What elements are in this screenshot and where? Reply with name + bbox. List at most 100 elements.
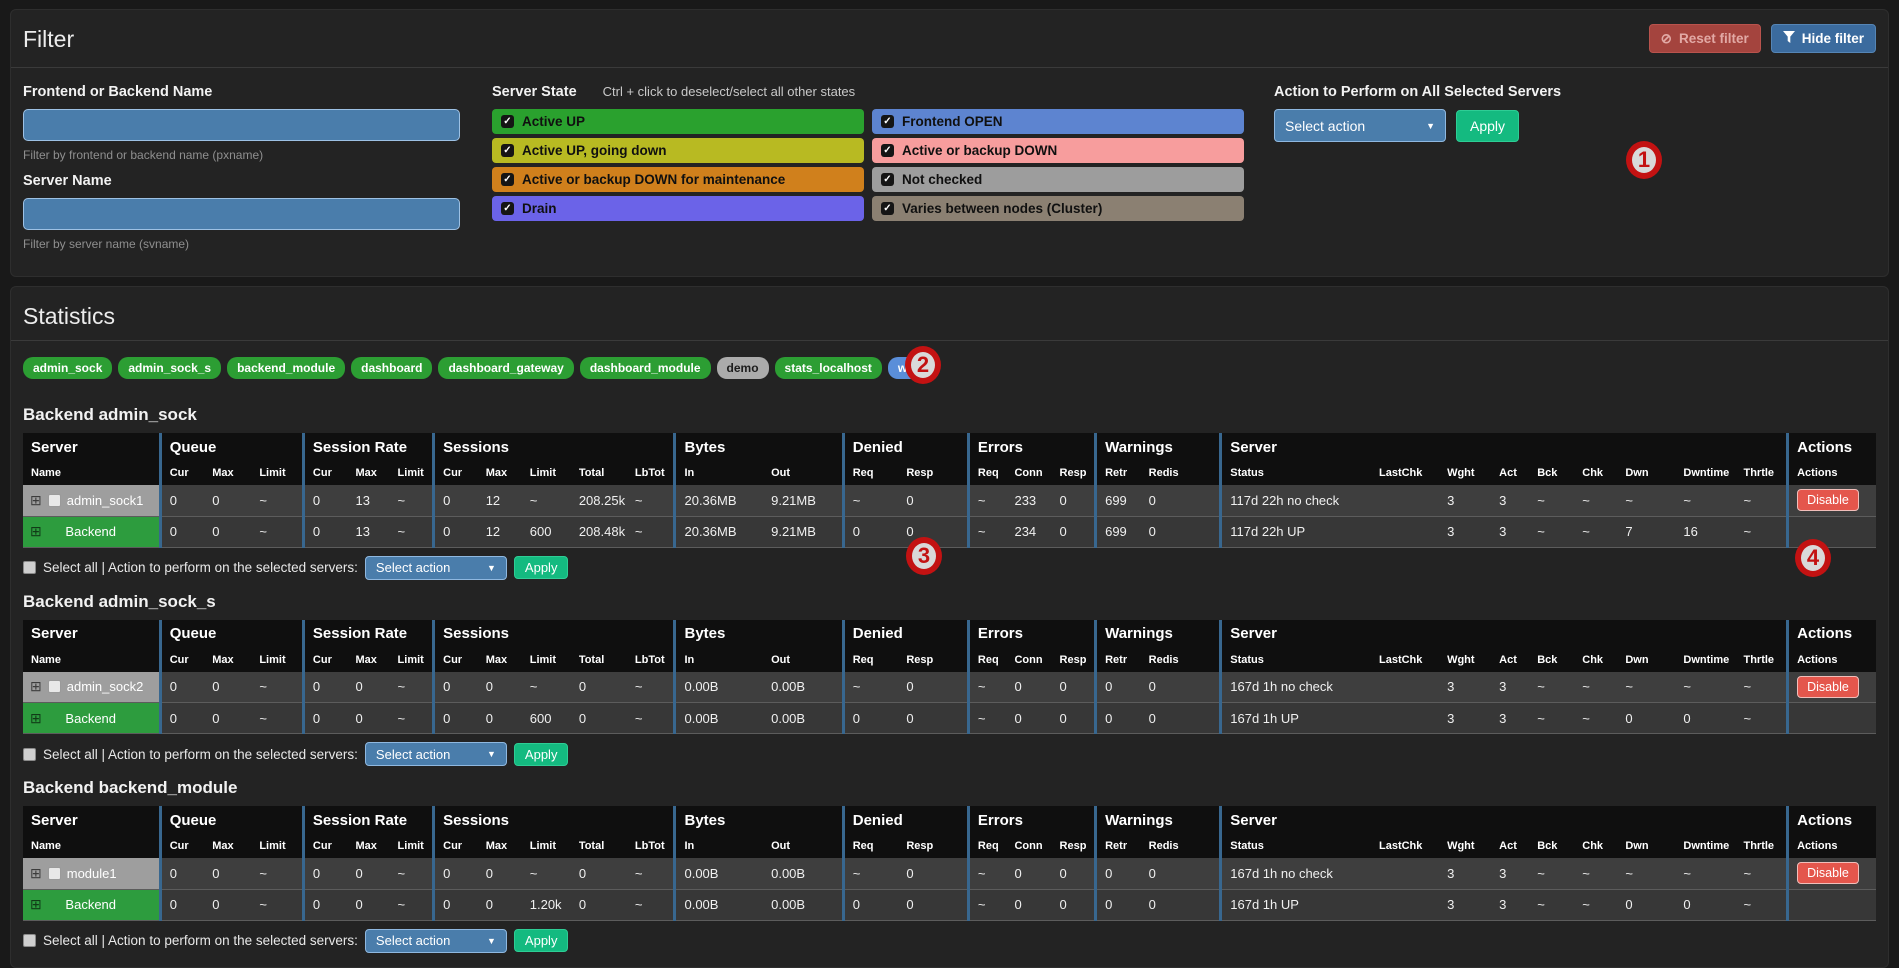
row-action-select[interactable]: Select action▼ <box>365 556 507 580</box>
expand-icon[interactable]: ⊞ <box>30 523 42 540</box>
column-group-header: Server <box>23 620 160 648</box>
server-name-inner: ⊞module1 <box>30 865 152 882</box>
server-state-toggle[interactable]: ✓Active UP, going down <box>492 138 864 163</box>
column-group-header: Bytes <box>675 620 843 648</box>
stat-cell: ~ <box>1735 485 1787 516</box>
stat-cell: 0 <box>478 889 522 920</box>
column-subheader: Dwn <box>1617 648 1675 672</box>
stat-cell: 0 <box>434 858 478 889</box>
expand-icon[interactable]: ⊞ <box>30 678 42 695</box>
stat-cell: 0 <box>478 858 522 889</box>
backend-badge[interactable]: admin_sock_s <box>118 357 221 379</box>
column-group-header: Errors <box>968 433 1095 461</box>
backend-heading: Backend admin_sock <box>23 405 1876 425</box>
disable-button[interactable]: Disable <box>1797 862 1859 884</box>
expand-icon[interactable]: ⊞ <box>30 492 42 509</box>
stat-cell: ~ <box>1574 703 1617 734</box>
column-subheader: Bck <box>1529 834 1574 858</box>
backend-badge[interactable]: demo <box>717 357 769 379</box>
row-checkbox[interactable] <box>48 494 61 507</box>
stat-cell: ~ <box>1675 672 1735 703</box>
stat-cell: 0 <box>1141 672 1221 703</box>
reset-icon: ⊘ <box>1661 32 1672 46</box>
column-subheader: Conn <box>1006 834 1051 858</box>
column-subheader: Limit <box>522 834 571 858</box>
actions-cell: Disable <box>1788 485 1876 516</box>
server-state-toggle[interactable]: ✓Active UP <box>492 109 864 134</box>
server-name-inner: ⊞Backend <box>30 523 152 540</box>
row-checkbox[interactable] <box>48 867 61 880</box>
action-select-value: Select action <box>1285 118 1365 134</box>
backend-badge[interactable]: backend_module <box>227 357 345 379</box>
stat-cell: 13 <box>347 485 389 516</box>
column-subheader: Req <box>843 834 898 858</box>
server-state-toggle[interactable]: ✓Varies between nodes (Cluster) <box>872 196 1244 221</box>
stat-cell: 0 <box>303 516 347 547</box>
server-name-inner: ⊞admin_sock1 <box>30 492 152 509</box>
server-state-toggle-label: Frontend OPEN <box>902 114 1003 129</box>
select-all-checkbox[interactable] <box>23 934 36 947</box>
stat-cell: ~ <box>1675 858 1735 889</box>
stat-cell: 0 <box>204 858 251 889</box>
stat-cell: ~ <box>627 889 675 920</box>
server-state-toggle[interactable]: ✓Not checked <box>872 167 1244 192</box>
checkbox-checked-icon: ✓ <box>501 144 514 157</box>
server-state-toggle-label: Not checked <box>902 172 982 187</box>
server-name-cell: ⊞Backend <box>23 889 160 920</box>
column-subheader: Redis <box>1141 461 1221 485</box>
server-state-toggle[interactable]: ✓Active or backup DOWN for maintenance <box>492 167 864 192</box>
server-name-cell: ⊞Backend <box>23 703 160 734</box>
column-subheader: Limit <box>390 648 434 672</box>
apply-button[interactable]: Apply <box>1456 110 1519 142</box>
stat-cell: 3 <box>1439 485 1491 516</box>
expand-icon[interactable]: ⊞ <box>30 865 42 882</box>
server-state-toggle[interactable]: ✓Drain <box>492 196 864 221</box>
row-action-select[interactable]: Select action▼ <box>365 742 507 766</box>
stat-cell: 20.36MB <box>675 516 763 547</box>
backend-badge[interactable]: dashboard <box>351 357 432 379</box>
stat-cell: 0 <box>1141 516 1221 547</box>
stat-cell: 0 <box>1141 889 1221 920</box>
stat-cell: 3 <box>1439 516 1491 547</box>
row-checkbox[interactable] <box>48 680 61 693</box>
row-action-select[interactable]: Select action▼ <box>365 929 507 953</box>
column-subheader: Out <box>763 834 843 858</box>
hide-filter-button[interactable]: Hide filter <box>1771 24 1876 53</box>
select-all-checkbox[interactable] <box>23 561 36 574</box>
server-state-toggle[interactable]: ✓Frontend OPEN <box>872 109 1244 134</box>
backend-badge[interactable]: dashboard_module <box>580 357 711 379</box>
expand-icon[interactable]: ⊞ <box>30 710 42 727</box>
server-state-toggle[interactable]: ✓Active or backup DOWN <box>872 138 1244 163</box>
select-all-checkbox[interactable] <box>23 748 36 761</box>
svname-input[interactable] <box>23 198 460 230</box>
column-subheader: Dwntime <box>1675 648 1735 672</box>
action-select[interactable]: Select action ▼ <box>1274 109 1446 142</box>
stat-cell: 13 <box>347 516 389 547</box>
row-apply-button[interactable]: Apply <box>514 929 569 952</box>
disable-button[interactable]: Disable <box>1797 489 1859 511</box>
chevron-down-icon: ▼ <box>487 749 496 759</box>
backend-heading: Backend admin_sock_s <box>23 592 1876 612</box>
stat-cell: 0 <box>898 889 968 920</box>
stat-cell: ~ <box>1617 485 1675 516</box>
reset-filter-button[interactable]: ⊘ Reset filter <box>1649 24 1761 53</box>
expand-icon[interactable]: ⊞ <box>30 896 42 913</box>
annotation-circle: 3 <box>906 537 942 575</box>
stat-cell: 3 <box>1491 672 1529 703</box>
pxname-input[interactable] <box>23 109 460 141</box>
table-row: ⊞Backend00~013~012600208.48k~20.36MB9.21… <box>23 516 1876 547</box>
stat-cell: ~ <box>1735 889 1787 920</box>
row-apply-button[interactable]: Apply <box>514 556 569 579</box>
chevron-down-icon: ▼ <box>1426 121 1435 131</box>
row-apply-button[interactable]: Apply <box>514 743 569 766</box>
stat-cell: 0.00B <box>763 703 843 734</box>
stat-cell: ~ <box>627 703 675 734</box>
stat-cell: ~ <box>1574 516 1617 547</box>
backend-badge[interactable]: dashboard_gateway <box>438 357 573 379</box>
backend-badge[interactable]: stats_localhost <box>775 357 882 379</box>
disable-button[interactable]: Disable <box>1797 676 1859 698</box>
column-subheader: Cur <box>160 834 204 858</box>
column-subheader: Max <box>478 648 522 672</box>
stat-cell: 0 <box>1141 858 1221 889</box>
backend-badge[interactable]: admin_sock <box>23 357 112 379</box>
